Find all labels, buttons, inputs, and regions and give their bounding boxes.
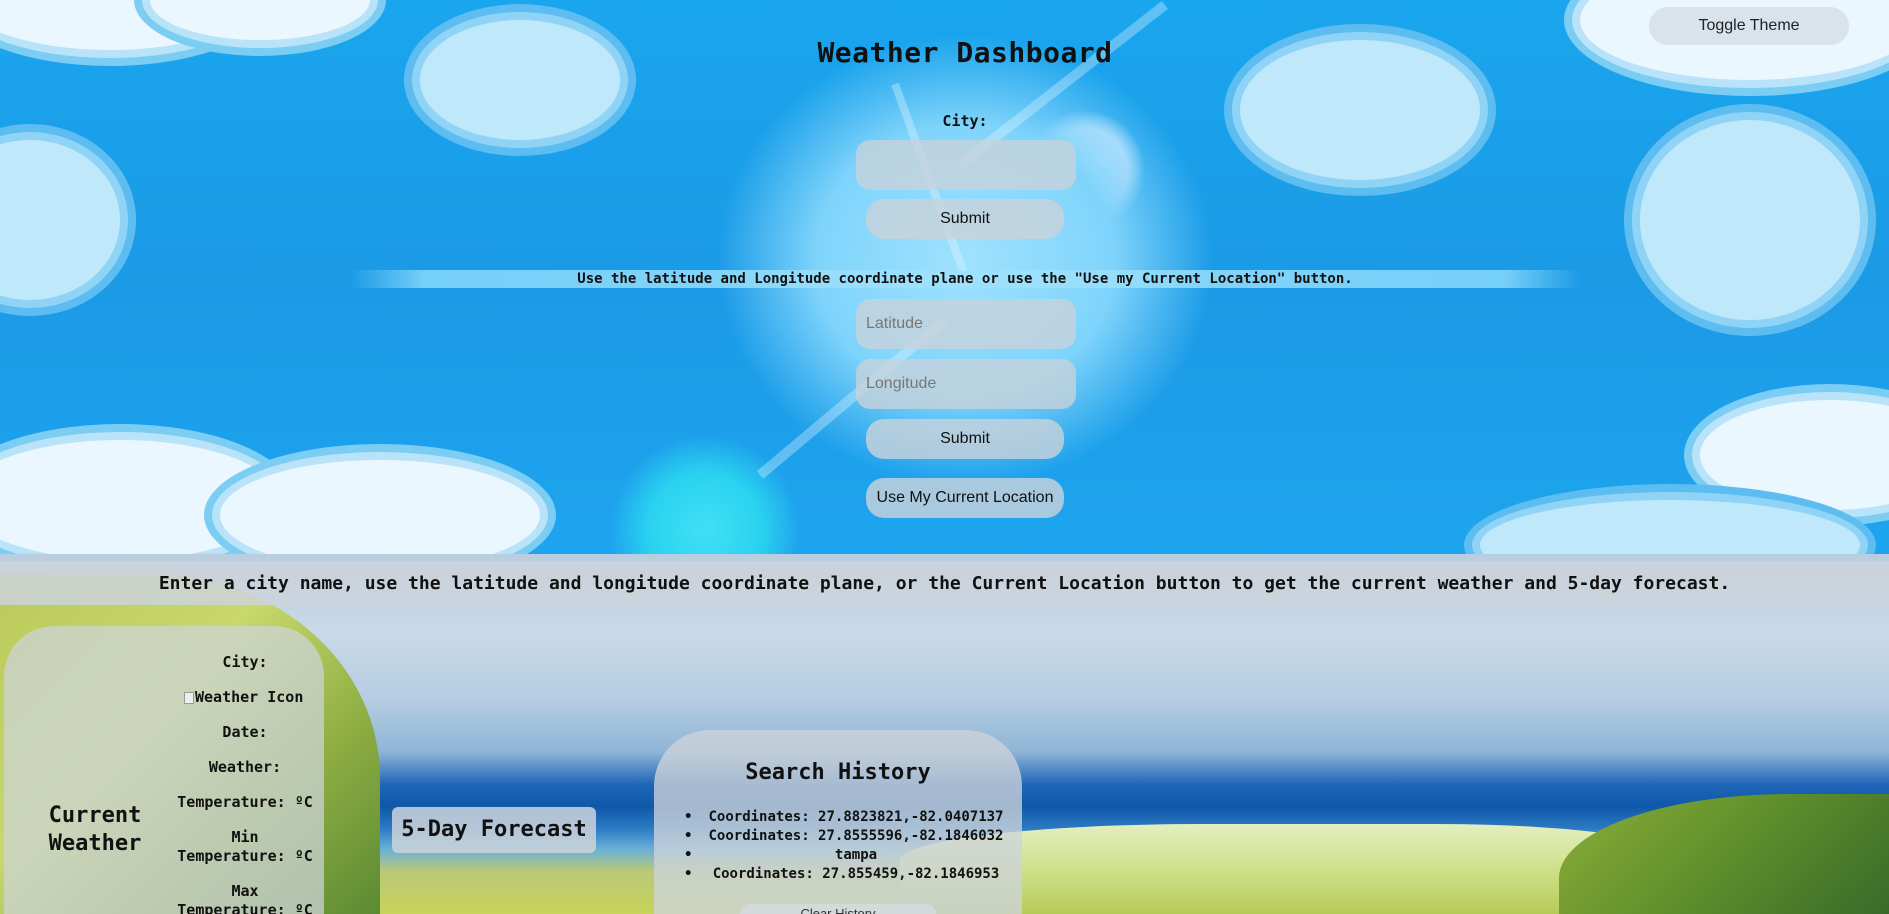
info-banner: Enter a city name, use the latitude and … xyxy=(0,561,1889,605)
cloud-decoration xyxy=(1640,120,1860,320)
weather-icon-alt: Weather Icon xyxy=(195,688,304,706)
current-weather-description: Weather: xyxy=(208,758,282,776)
current-location-button[interactable]: Use My Current Location xyxy=(866,478,1064,518)
city-input[interactable] xyxy=(856,140,1076,190)
forecast-heading: 5-Day Forecast xyxy=(392,807,596,853)
latitude-input[interactable]: Latitude xyxy=(856,299,1076,349)
cloud-decoration xyxy=(0,140,120,300)
longitude-input[interactable]: Longitude xyxy=(856,359,1076,409)
history-item[interactable]: Coordinates: 27.8555596,-82.1846032 xyxy=(684,827,1014,846)
search-history-heading: Search History xyxy=(745,760,931,785)
current-min-temperature: Min Temperature: ºC xyxy=(177,828,313,865)
current-max-temperature: Max Temperature: ºC xyxy=(177,882,313,914)
search-history-list: Coordinates: 27.8823821,-82.0407137 Coor… xyxy=(684,808,1014,884)
city-submit-button[interactable]: Submit xyxy=(866,199,1064,239)
toggle-theme-button[interactable]: Toggle Theme xyxy=(1649,7,1849,45)
city-label: City: xyxy=(942,112,988,130)
hill-decoration xyxy=(1559,794,1889,914)
current-temperature: Temperature: ºC xyxy=(177,793,313,811)
coordinate-submit-button[interactable]: Submit xyxy=(866,419,1064,459)
cloud-decoration xyxy=(1700,400,1889,510)
current-city: City: xyxy=(222,653,268,671)
page-title: Weather Dashboard xyxy=(817,36,1113,69)
clear-history-button[interactable]: Clear History xyxy=(740,904,936,914)
current-date: Date: xyxy=(222,723,268,741)
weather-icon: Weather Icon xyxy=(184,688,303,706)
broken-image-icon xyxy=(184,691,194,704)
current-weather-heading: Current Weather xyxy=(48,803,142,856)
weather-dashboard-page: Weather Dashboard Toggle Theme City: Sub… xyxy=(0,0,1889,914)
history-item[interactable]: tampa xyxy=(684,846,1014,865)
history-item[interactable]: Coordinates: 27.855459,-82.1846953 xyxy=(684,865,1014,884)
history-item[interactable]: Coordinates: 27.8823821,-82.0407137 xyxy=(684,808,1014,827)
coordinate-instructions: Use the latitude and Longitude coordinat… xyxy=(350,270,1580,288)
